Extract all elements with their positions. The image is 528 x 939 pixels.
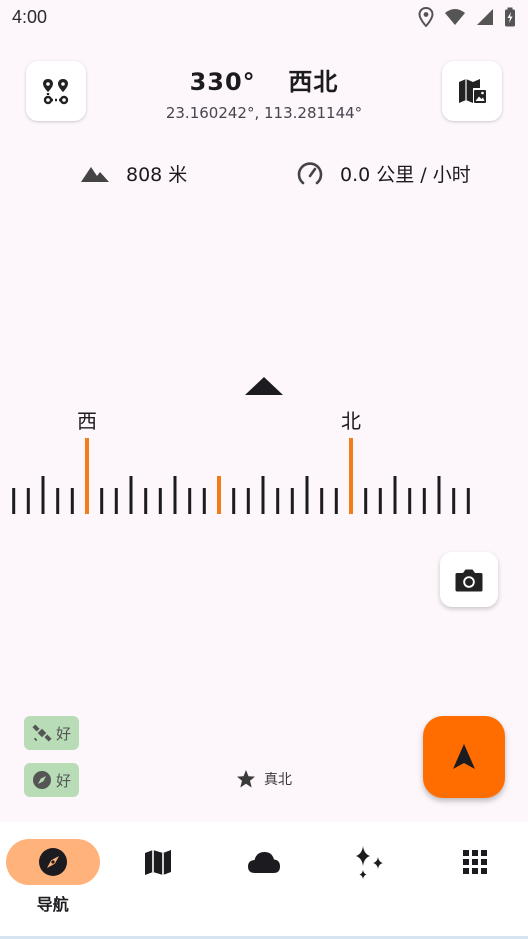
map-image-icon (459, 79, 486, 103)
apps-grid-icon (463, 850, 488, 874)
mountain-icon (81, 166, 109, 182)
compass-icon (38, 848, 67, 876)
compass-tape[interactable]: 西 北 (0, 370, 528, 530)
gps-status-badge: 好 (24, 716, 79, 750)
cloud-icon (247, 852, 280, 873)
status-time: 4:00 (12, 7, 48, 27)
altitude-value: 808 米 (126, 164, 188, 186)
status-bar: 4:00 (0, 0, 528, 36)
compass-status-text: 好 (55, 771, 71, 790)
heading-degrees: 330° (189, 68, 256, 96)
nav-pill (323, 839, 417, 885)
nav-item-weather[interactable] (211, 822, 317, 939)
nav-item-navigation[interactable]: 导航 (0, 822, 106, 939)
camera-icon (455, 569, 483, 591)
speedometer-icon (297, 161, 323, 184)
status-icons (418, 7, 516, 27)
map-icon (145, 850, 172, 875)
compass-tape-svg: 西 北 (12, 377, 470, 514)
wifi-icon (445, 9, 465, 25)
heading-indicator (245, 377, 283, 395)
nav-pill (217, 839, 311, 885)
signal-icon (477, 9, 493, 25)
nav-pill (111, 839, 205, 885)
speed-metric: 0.0 公里 / 小时 (296, 160, 471, 187)
compass-status-badge: 好 (24, 763, 79, 797)
location-icon (418, 7, 434, 27)
compass-label-west: 西 (77, 409, 97, 433)
speed-value: 0.0 公里 / 小时 (340, 164, 471, 186)
nav-pill (428, 839, 522, 885)
nav-label-navigation: 导航 (36, 895, 69, 914)
navigation-arrow-icon (453, 744, 475, 769)
sparkle-icon (355, 846, 383, 879)
satellite-icon (32, 724, 52, 742)
nav-pill-active (5, 839, 100, 885)
north-reference[interactable]: 真北 (236, 769, 292, 789)
bottom-navigation: 导航 (0, 822, 528, 939)
navigate-fab[interactable] (423, 716, 505, 798)
nav-item-map[interactable] (106, 822, 212, 939)
compass-small-icon (32, 771, 51, 789)
camera-button[interactable] (440, 552, 498, 607)
map-image-button[interactable] (442, 61, 502, 121)
battery-icon (505, 7, 515, 27)
nav-item-sparkle[interactable] (317, 822, 423, 939)
compass-label-north: 北 (341, 409, 361, 433)
north-reference-text: 真北 (264, 772, 292, 788)
nav-item-apps[interactable] (422, 822, 528, 939)
heading-direction: 西北 (288, 68, 339, 96)
altitude-metric: 808 米 (80, 160, 187, 187)
star-icon (237, 770, 255, 788)
gps-status-text: 好 (55, 724, 71, 743)
